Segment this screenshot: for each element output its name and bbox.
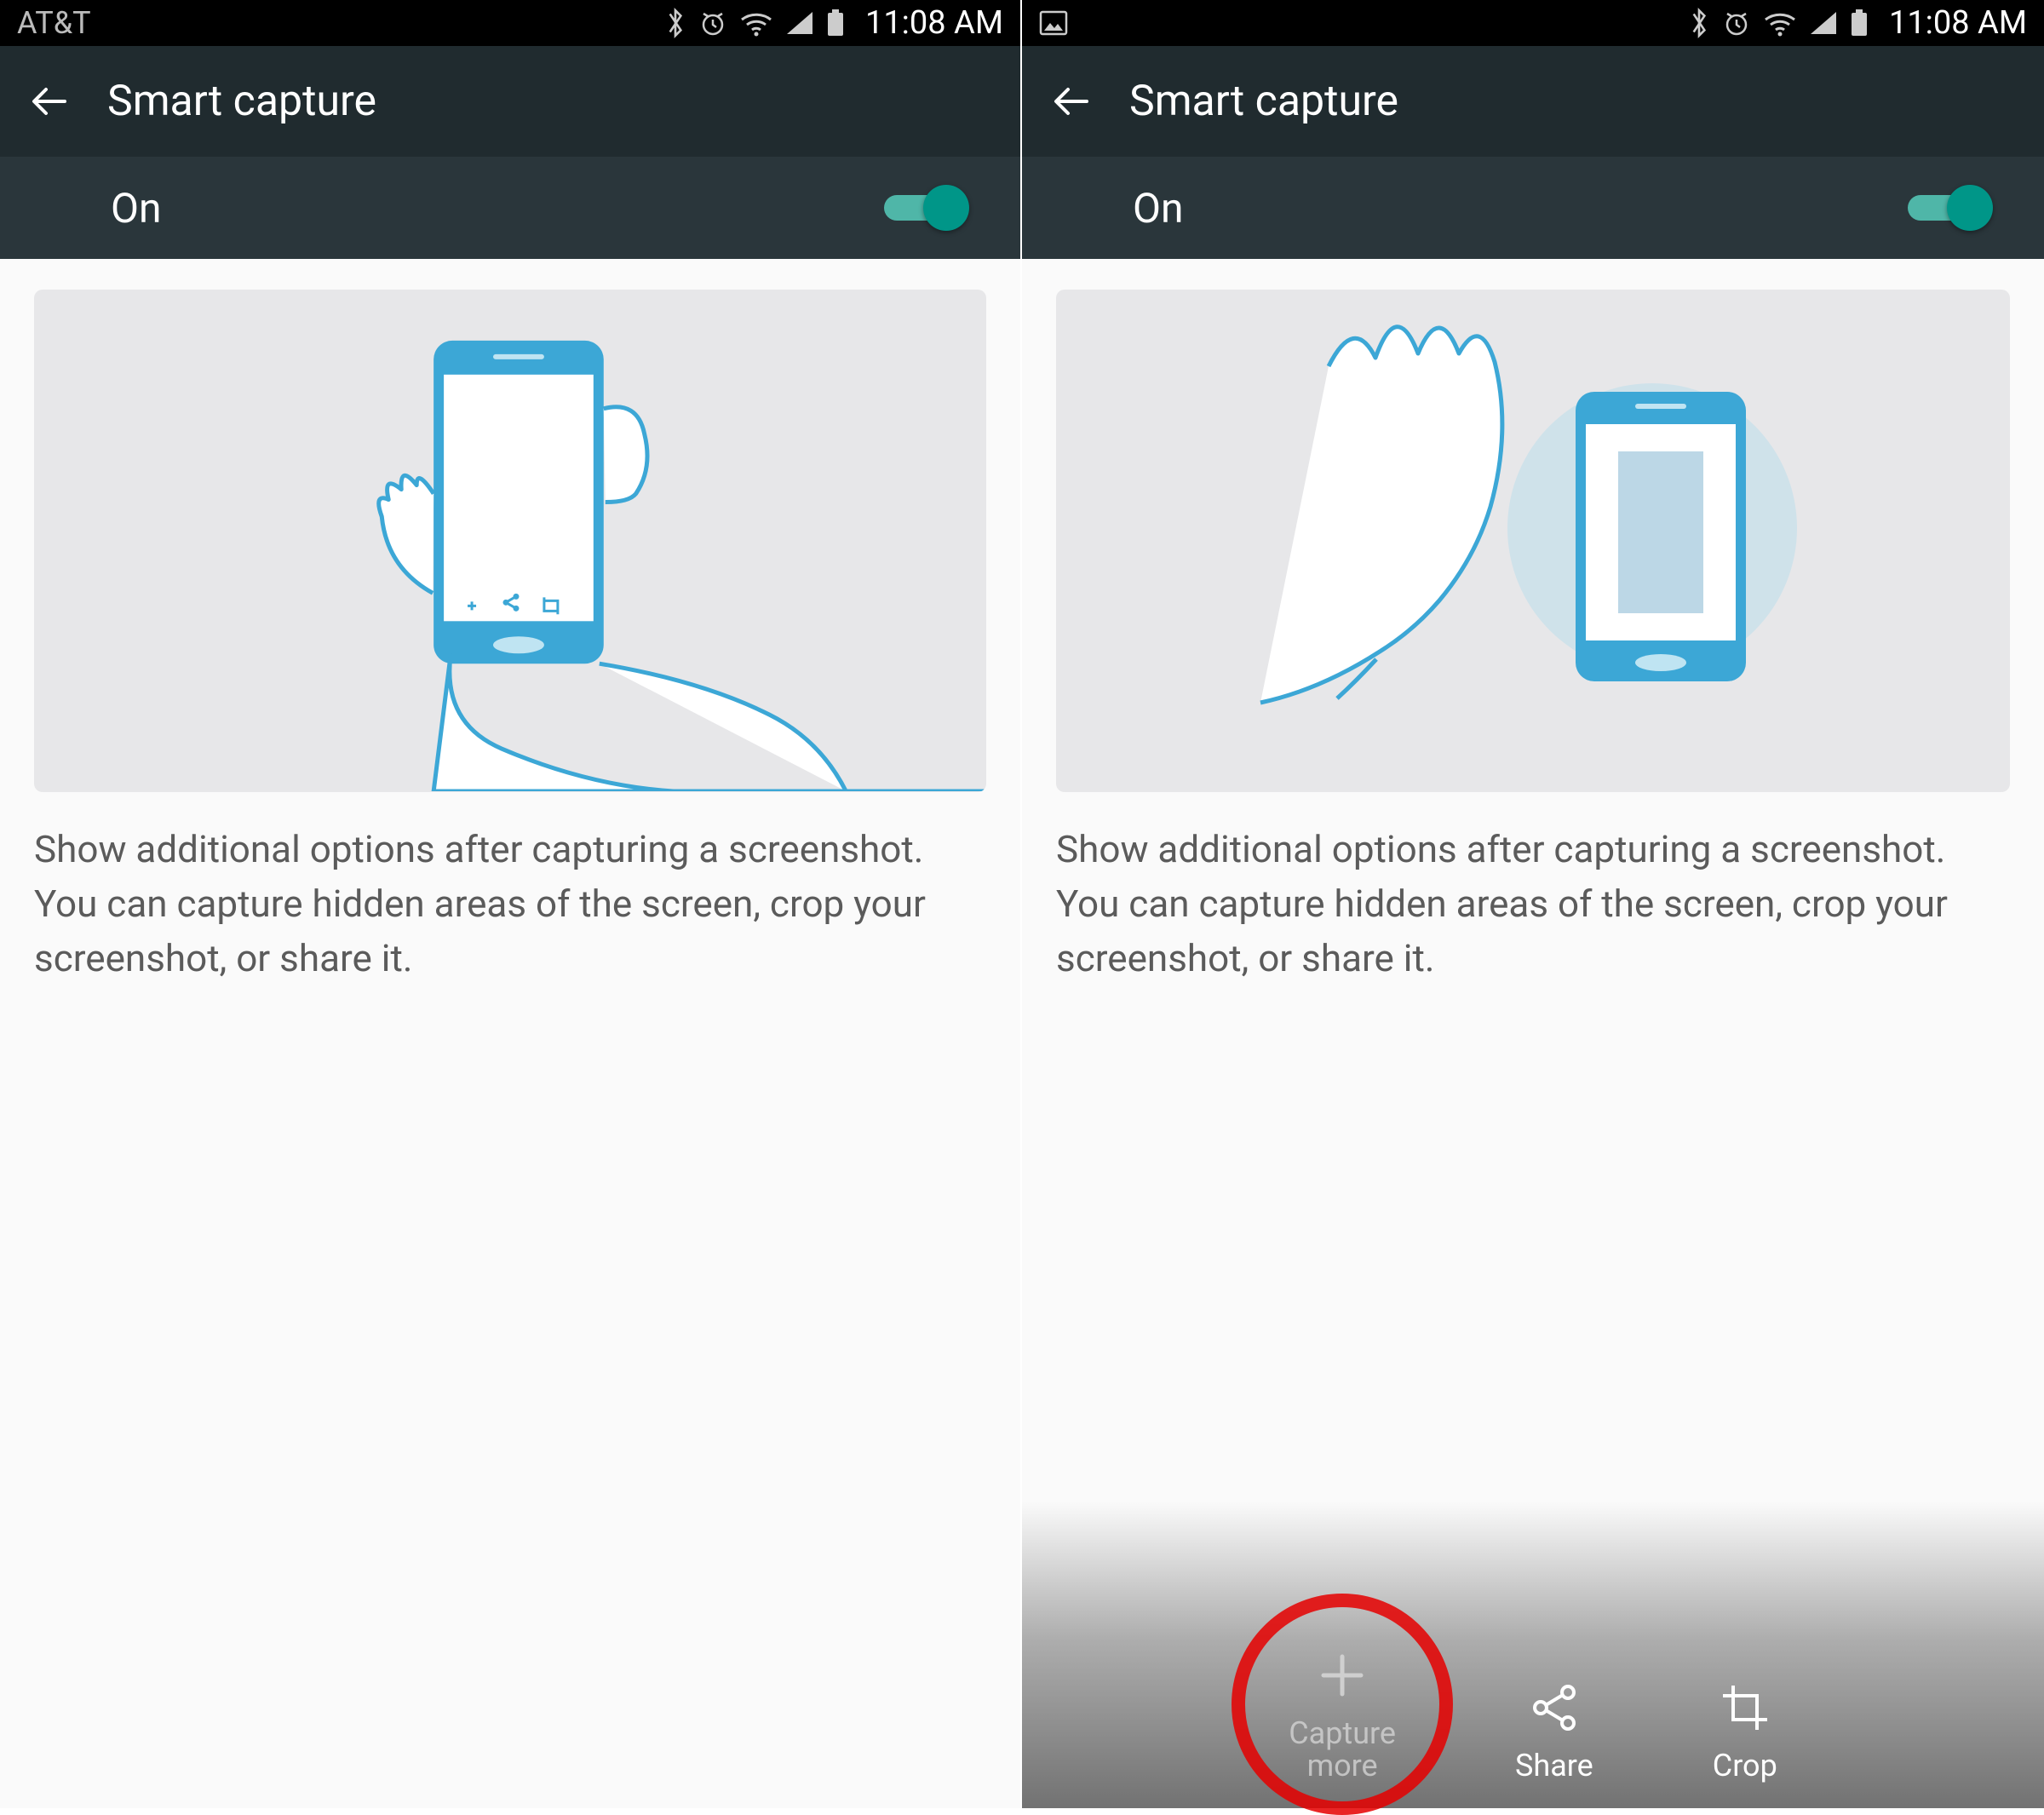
capture-more-label: Capturemore — [1289, 1718, 1396, 1783]
status-bar: 11:08 AM — [1022, 0, 2044, 46]
back-button[interactable] — [1048, 78, 1095, 125]
share-icon — [1524, 1677, 1585, 1738]
arrow-left-icon — [1049, 79, 1094, 123]
alarm-icon — [698, 9, 727, 37]
master-toggle-row[interactable]: On — [0, 157, 1020, 259]
status-time: 11:08 AM — [865, 4, 1003, 42]
switch-thumb — [923, 185, 969, 231]
toggle-switch[interactable] — [1908, 185, 1993, 231]
bluetooth-icon — [1688, 7, 1710, 39]
crop-button[interactable]: Crop — [1713, 1677, 1777, 1783]
crop-icon — [1714, 1677, 1776, 1738]
plus-icon — [1312, 1645, 1373, 1706]
hand-holding-phone-illustration — [34, 290, 986, 791]
page-title: Smart capture — [1129, 77, 1398, 126]
app-bar: Smart capture — [1022, 46, 2044, 157]
toggle-label: On — [1133, 184, 1184, 233]
alarm-icon — [1722, 9, 1751, 37]
palm-swipe-phone-illustration — [1056, 290, 2010, 792]
share-label: Share — [1515, 1750, 1593, 1783]
back-button[interactable] — [26, 78, 73, 125]
bluetooth-icon — [664, 7, 686, 39]
switch-thumb — [1947, 185, 1993, 231]
phone-right: 11:08 AM Smart capture On — [1022, 0, 2044, 1808]
illustration-card — [34, 290, 986, 792]
illustration-card — [1056, 290, 2010, 792]
signal-icon — [785, 10, 814, 36]
wifi-icon — [1763, 9, 1797, 37]
crop-label: Crop — [1713, 1750, 1777, 1783]
capture-more-button[interactable]: Capturemore — [1289, 1645, 1396, 1783]
content-area: Show additional options after capturing … — [0, 259, 1020, 1808]
page-title: Smart capture — [107, 77, 376, 126]
wifi-icon — [739, 9, 773, 37]
battery-icon — [1850, 9, 1869, 37]
signal-icon — [1809, 10, 1838, 36]
toggle-switch[interactable] — [884, 185, 969, 231]
screenshot-toolbar: Capturemore Share Crop — [1022, 1502, 2044, 1808]
carrier-label: AT&T — [17, 5, 91, 41]
feature-description: Show additional options after capturing … — [34, 823, 986, 985]
arrow-left-icon — [27, 79, 72, 123]
phone-left: AT&T 11:08 AM Smart capture On — [0, 0, 1022, 1808]
content-area: Show additional options after capturing … — [1022, 259, 2044, 1808]
status-time: 11:08 AM — [1889, 4, 2027, 42]
share-button[interactable]: Share — [1515, 1677, 1593, 1783]
status-bar: AT&T 11:08 AM — [0, 0, 1020, 46]
app-bar: Smart capture — [0, 46, 1020, 157]
image-notification-icon — [1039, 10, 1068, 36]
battery-icon — [826, 9, 845, 37]
master-toggle-row[interactable]: On — [1022, 157, 2044, 259]
feature-description: Show additional options after capturing … — [1056, 823, 2010, 985]
toggle-label: On — [111, 184, 162, 233]
